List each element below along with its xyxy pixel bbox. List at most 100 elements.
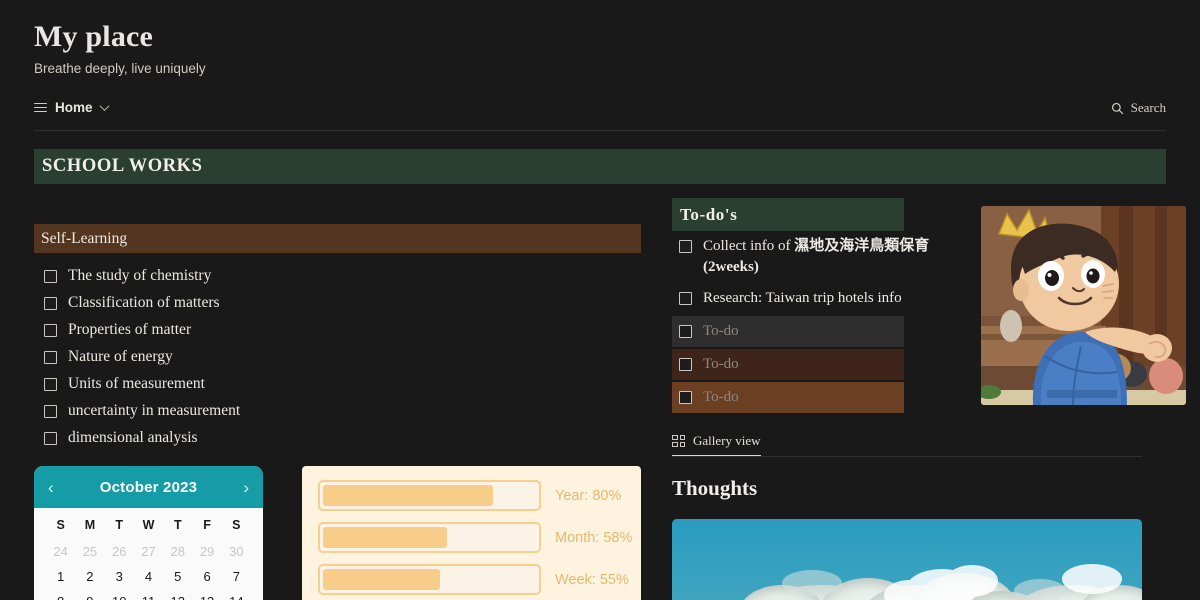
progress-track [318, 564, 541, 595]
calendar-day[interactable]: 25 [75, 544, 104, 559]
chevron-down-icon[interactable] [99, 101, 109, 112]
calendar-day[interactable]: 8 [46, 594, 75, 600]
checklist-item-label: dimensional analysis [68, 428, 198, 446]
page-header: My place Breathe deeply, live uniquely [0, 0, 1200, 78]
calendar-day[interactable]: 7 [222, 569, 251, 584]
todo-item-label: Collect info of 濕地及海洋鳥類保育(2weeks) [703, 238, 930, 275]
tabbar: Home Search [34, 100, 1166, 131]
calendar-day[interactable]: 13 [192, 594, 221, 600]
checkbox-icon[interactable] [44, 296, 57, 310]
calendar-weekday: S [232, 518, 241, 532]
self-learning-banner: Self-Learning [34, 224, 641, 253]
tab-home[interactable]: Home [34, 100, 109, 123]
calendar-weekday: F [203, 518, 211, 532]
grid-icon [672, 435, 685, 447]
checkbox-icon[interactable] [679, 240, 692, 253]
todos-banner: To-do's [672, 198, 904, 231]
calendar-weekday: T [173, 518, 182, 532]
checklist-item-label: uncertainty in measurement [68, 401, 241, 419]
chevron-right-icon[interactable]: › [243, 479, 249, 496]
todo-placeholder[interactable]: To-do [672, 316, 904, 347]
self-learning-checklist: The study of chemistry Classification of… [34, 262, 641, 451]
todo-placeholder-label: To-do [703, 323, 739, 339]
calendar-day[interactable]: 2 [75, 569, 104, 584]
checklist-item[interactable]: dimensional analysis [34, 424, 641, 451]
checklist-item[interactable]: Properties of matter [34, 316, 641, 343]
checklist-item-label: Properties of matter [68, 320, 192, 338]
checkbox-icon[interactable] [44, 350, 57, 364]
calendar-day[interactable]: 28 [163, 544, 192, 559]
calendar-week-row: 8 9 10 11 12 13 14 [46, 594, 251, 600]
school-works-banner: SCHOOL WORKS [34, 149, 1166, 184]
character-image[interactable] [981, 206, 1186, 405]
calendar-widget[interactable]: ‹ October 2023 › S M T W T F S 24 25 26 … [34, 466, 263, 600]
calendar-day[interactable]: 10 [105, 594, 134, 600]
checkbox-icon[interactable] [679, 358, 692, 371]
progress-label: Year: 80% [555, 487, 622, 504]
calendar-body: S M T W T F S 24 25 26 27 28 29 30 1 2 3… [34, 508, 263, 600]
progress-label: Week: 55% [555, 571, 629, 588]
calendar-day[interactable]: 12 [163, 594, 192, 600]
tabbar-left-group: Home [34, 100, 109, 123]
checklist-item[interactable]: Classification of matters [34, 289, 641, 316]
character-illustration [981, 206, 1186, 405]
school-works-section: SCHOOL WORKS [0, 149, 1200, 184]
calendar-day[interactable]: 3 [105, 569, 134, 584]
tab-home-label: Home [55, 100, 93, 115]
tabbar-right-group: Search [1111, 100, 1166, 124]
progress-fill [323, 485, 494, 506]
checkbox-icon[interactable] [679, 391, 692, 404]
progress-track [318, 522, 541, 553]
checkbox-icon[interactable] [44, 404, 57, 418]
calendar-day[interactable]: 24 [46, 544, 75, 559]
checklist-item-label: Units of measurement [68, 374, 205, 392]
progress-fill [323, 527, 447, 548]
calendar-header: ‹ October 2023 › [34, 466, 263, 508]
calendar-day[interactable]: 14 [222, 594, 251, 600]
calendar-day[interactable]: 11 [134, 594, 163, 600]
sky-illustration [672, 519, 1142, 600]
todo-item-label: Research: Taiwan trip hotels info [703, 290, 902, 306]
calendar-weekday: M [84, 518, 96, 532]
sky-image[interactable] [672, 519, 1142, 600]
calendar-day[interactable]: 27 [134, 544, 163, 559]
checkbox-icon[interactable] [679, 325, 692, 338]
calendar-day[interactable]: 9 [75, 594, 104, 600]
calendar-day[interactable]: 1 [46, 569, 75, 584]
calendar-day[interactable]: 26 [105, 544, 134, 559]
progress-track [318, 480, 541, 511]
progress-row: Year: 80% [318, 480, 625, 511]
left-column: Self-Learning The study of chemistry Cla… [34, 198, 641, 600]
checkbox-icon[interactable] [44, 269, 57, 283]
todo-placeholder[interactable]: To-do [672, 349, 904, 380]
calendar-weekday: S [56, 518, 65, 532]
tab-gallery-view[interactable]: Gallery view [672, 433, 761, 456]
calendar-day[interactable]: 29 [192, 544, 221, 559]
calendar-day[interactable]: 5 [163, 569, 192, 584]
tab-gallery-view-label: Gallery view [693, 433, 761, 448]
search-button[interactable]: Search [1111, 100, 1166, 124]
checklist-item[interactable]: Units of measurement [34, 370, 641, 397]
checkbox-icon[interactable] [44, 431, 57, 445]
search-label: Search [1130, 100, 1166, 115]
checklist-item[interactable]: Nature of energy [34, 343, 641, 370]
search-icon [1111, 102, 1123, 114]
page-tagline: Breathe deeply, live uniquely [34, 61, 206, 76]
checkbox-icon[interactable] [679, 292, 692, 305]
todo-placeholder-label: To-do [703, 389, 739, 405]
todo-item[interactable]: Collect info of 濕地及海洋鳥類保育(2weeks) [672, 231, 942, 283]
checkbox-icon[interactable] [44, 377, 57, 391]
calendar-day[interactable]: 30 [222, 544, 251, 559]
chevron-left-icon[interactable]: ‹ [48, 479, 54, 496]
checklist-item[interactable]: uncertainty in measurement [34, 397, 641, 424]
main-content: Self-Learning The study of chemistry Cla… [0, 198, 1200, 600]
calendar-day[interactable]: 4 [134, 569, 163, 584]
calendar-day[interactable]: 6 [192, 569, 221, 584]
checklist-item[interactable]: The study of chemistry [34, 262, 641, 289]
checklist-item-label: The study of chemistry [68, 266, 212, 284]
calendar-weekday-row: S M T W T F S [46, 518, 251, 532]
todo-placeholder[interactable]: To-do [672, 382, 904, 413]
todo-item[interactable]: Research: Taiwan trip hotels info [672, 283, 942, 314]
thoughts-title: Thoughts [672, 476, 758, 500]
checkbox-icon[interactable] [44, 323, 57, 337]
